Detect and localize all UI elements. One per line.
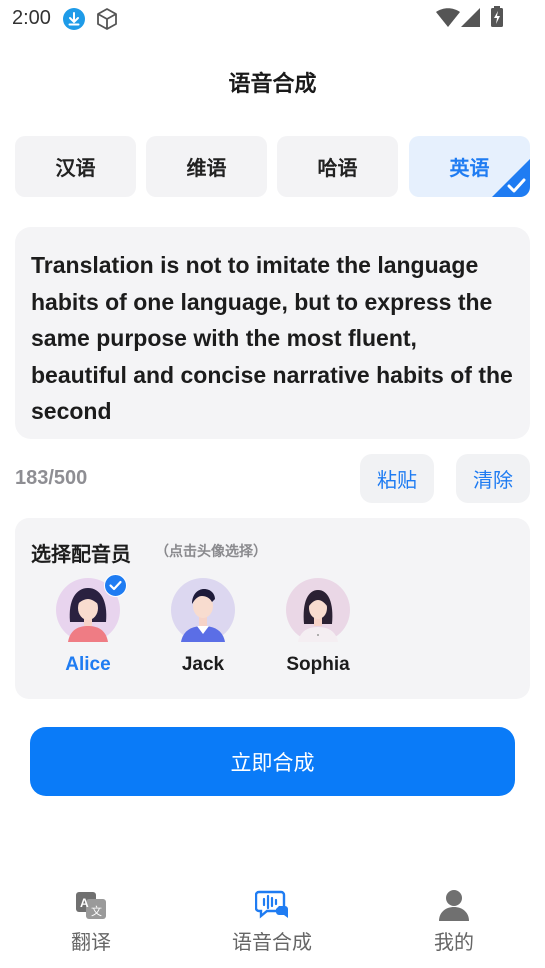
clear-button[interactable]: 清除 [456,454,530,503]
wifi-icon [436,8,460,27]
voice-synthesis-icon [255,890,288,919]
tab-label: 英语 [449,158,490,180]
avatar[interactable] [286,578,350,642]
voice-picker-hint: （点击头像选择） [155,543,267,559]
tab-label: 维语 [186,158,227,180]
voice-jack[interactable]: Jack [158,578,248,676]
voice-name: Alice [65,654,111,675]
tab-label: 哈语 [317,158,358,180]
svg-text:A: A [80,896,89,910]
tab-english[interactable]: 英语 [409,136,530,197]
check-icon [492,159,530,197]
download-icon [63,8,85,30]
tab-chinese[interactable]: 汉语 [15,136,136,197]
page-title: 语音合成 [228,71,317,96]
voice-alice[interactable]: Alice [43,574,133,676]
voice-picker: 选择配音员 （点击头像选择） Alice Jack Sophia [15,518,530,699]
voice-picker-title: 选择配音员 [31,544,131,566]
char-counter: 183/500 [15,467,88,489]
voice-name: Jack [181,654,225,675]
avatar[interactable] [56,574,127,642]
tab-label: 汉语 [55,158,96,180]
svg-text:文: 文 [91,904,102,918]
input-text: Translation is not to imitate the langua… [31,252,513,424]
status-bar: 2:00 [0,0,545,36]
signal-icon [461,8,480,27]
female-avatar-icon [286,578,350,642]
nav-voice-synthesis[interactable]: 语音合成 [212,888,332,955]
selected-check-icon [104,574,127,597]
male-avatar-icon [171,578,235,642]
tab-uyghur[interactable]: 维语 [146,136,267,197]
nav-label: 我的 [434,932,474,954]
nav-label: 语音合成 [232,932,312,954]
voice-name: Sophia [286,654,350,675]
tab-kazakh[interactable]: 哈语 [277,136,398,197]
synthesize-button[interactable]: 立即合成 [30,727,515,796]
status-time: 2:00 [12,7,51,29]
translate-icon: A 文 [76,892,106,919]
cube-icon [97,8,117,30]
paste-button[interactable]: 粘贴 [360,454,434,503]
avatar[interactable] [171,578,235,642]
nav-translate[interactable]: A 文 翻译 [31,888,151,955]
battery-icon [491,6,503,27]
text-input[interactable]: Translation is not to imitate the langua… [15,227,530,439]
nav-profile[interactable]: 我的 [394,888,514,955]
nav-label: 翻译 [71,932,111,954]
profile-icon [439,890,469,921]
voice-sophia[interactable]: Sophia [273,578,363,676]
